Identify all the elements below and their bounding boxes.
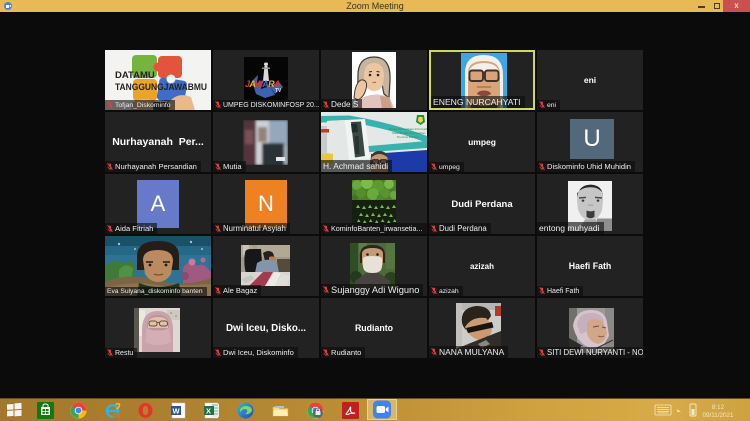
- svg-text:W: W: [173, 407, 181, 416]
- svg-text:DATAMU: DATAMU: [115, 70, 155, 81]
- svg-text:X: X: [206, 407, 211, 416]
- svg-text:TV: TV: [275, 88, 282, 94]
- svg-text:09/11/2021: 09/11/2021: [702, 412, 734, 419]
- svg-text:Provinsi Banten: Provinsi Banten: [397, 135, 419, 139]
- svg-text:8:12: 8:12: [712, 404, 725, 411]
- svg-text:TANGGUNGJAWABMU: TANGGUNGJAWABMU: [115, 82, 207, 93]
